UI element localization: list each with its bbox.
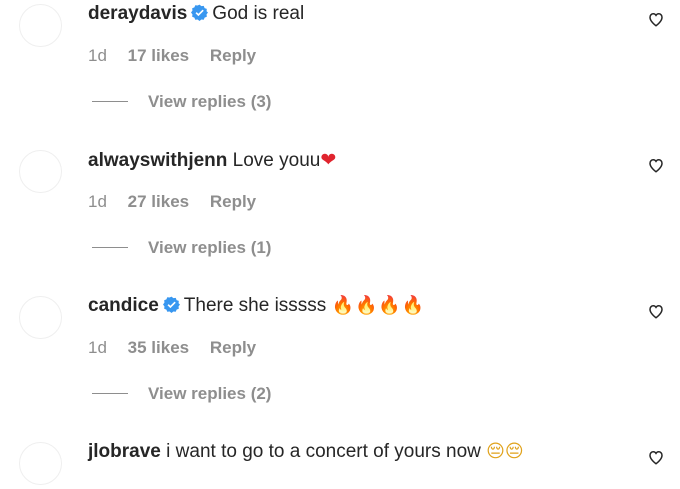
likes-count[interactable]: 17 likes xyxy=(128,46,189,65)
avatar[interactable] xyxy=(19,442,62,485)
replies-divider xyxy=(92,393,128,394)
pensive-emoji: 😔😔 xyxy=(486,441,524,462)
heart-outline-icon[interactable] xyxy=(647,448,665,466)
view-replies-label[interactable]: View replies (2) xyxy=(148,384,271,404)
heart-outline-icon[interactable] xyxy=(647,10,665,28)
comment-age: 1d xyxy=(88,192,107,211)
comment-meta: 1d 27 likes Reply xyxy=(88,192,256,212)
reply-button[interactable]: Reply xyxy=(210,192,256,211)
reply-button[interactable]: Reply xyxy=(210,338,256,357)
fire-emoji: 🔥🔥🔥🔥 xyxy=(331,295,426,316)
verified-badge-icon xyxy=(162,296,180,313)
comment-text: Love youu xyxy=(232,150,321,171)
likes-count[interactable]: 27 likes xyxy=(128,192,189,211)
comment-text: God is real xyxy=(212,3,305,24)
reply-button[interactable]: Reply xyxy=(210,46,256,65)
likes-count[interactable]: 35 likes xyxy=(128,338,189,357)
comment-age: 1d xyxy=(88,46,107,65)
comment-line: deraydavis God is real xyxy=(88,2,304,26)
heart-outline-icon[interactable] xyxy=(647,302,665,320)
comment-line: alwayswithjenn Love youu❤ xyxy=(88,148,336,173)
username[interactable]: jlobrave xyxy=(88,441,161,462)
comment-text: There she isssss xyxy=(183,295,327,316)
replies-divider xyxy=(92,247,128,248)
username[interactable]: candice xyxy=(88,295,159,316)
username[interactable]: deraydavis xyxy=(88,3,187,24)
comment: alwayswithjenn Love youu❤ 1d 27 likes Re… xyxy=(0,146,680,292)
avatar[interactable] xyxy=(19,4,62,47)
avatar[interactable] xyxy=(19,296,62,339)
comment-meta: 1d 17 likes Reply xyxy=(88,46,256,66)
comment: candice There she isssss 🔥🔥🔥🔥 1d 35 likes… xyxy=(0,292,680,438)
view-replies-label[interactable]: View replies (1) xyxy=(148,238,271,258)
comment: jlobrave i want to go to a concert of yo… xyxy=(0,438,680,489)
comment: deraydavis God is real 1d 17 likes Reply … xyxy=(0,0,680,146)
heart-outline-icon[interactable] xyxy=(647,156,665,174)
verified-badge-icon xyxy=(191,4,209,21)
comment-line: jlobrave i want to go to a concert of yo… xyxy=(88,440,524,464)
replies-divider xyxy=(92,101,128,102)
comment-meta: 1d 35 likes Reply xyxy=(88,338,256,358)
heart-emoji: ❤ xyxy=(320,149,337,171)
username[interactable]: alwayswithjenn xyxy=(88,150,227,171)
avatar[interactable] xyxy=(19,150,62,193)
comment-age: 1d xyxy=(88,338,107,357)
view-replies-label[interactable]: View replies (3) xyxy=(148,92,271,112)
comment-text: i want to go to a concert of yours now xyxy=(166,441,481,462)
comment-line: candice There she isssss 🔥🔥🔥🔥 xyxy=(88,294,425,318)
